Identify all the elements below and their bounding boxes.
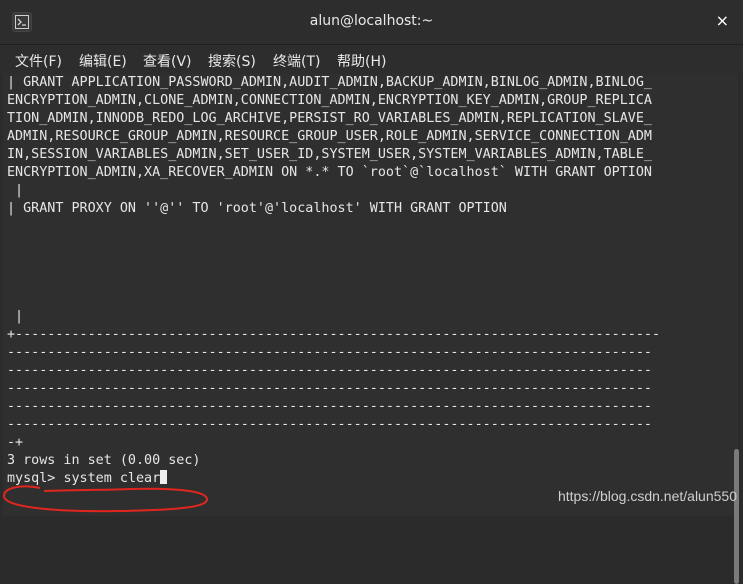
close-icon[interactable]: × — [716, 11, 729, 30]
window-title: alun@localhost:~ — [309, 13, 434, 29]
title-bar: alun@localhost:~ × — [0, 0, 743, 45]
terminal-text: | GRANT APPLICATION_PASSWORD_ADMIN,AUDIT… — [7, 74, 660, 488]
terminal-line: ----------------------------------------… — [7, 345, 652, 360]
menu-search[interactable]: 搜索(S) — [208, 51, 256, 71]
terminal-line: TION_ADMIN,INNODB_REDO_LOG_ARCHIVE,PERSI… — [7, 111, 652, 126]
watermark: https://blog.csdn.net/alun550 — [557, 488, 737, 504]
terminal-line: ----------------------------------------… — [7, 381, 652, 396]
terminal-line: ----------------------------------------… — [7, 417, 652, 432]
menu-bar: 文件(F) 编辑(E) 查看(V) 搜索(S) 终端(T) 帮助(H) — [0, 45, 743, 75]
terminal-line: ADMIN,RESOURCE_GROUP_ADMIN,RESOURCE_GROU… — [7, 129, 652, 144]
menu-view[interactable]: 查看(V) — [143, 51, 192, 71]
menu-help[interactable]: 帮助(H) — [337, 51, 386, 71]
terminal-line: | — [15, 309, 24, 324]
menu-file[interactable]: 文件(F) — [15, 51, 62, 71]
menu-terminal[interactable]: 终端(T) — [273, 51, 320, 71]
terminal-line: | — [15, 183, 24, 198]
terminal-line: +---------------------------------------… — [7, 327, 661, 342]
terminal-line: | GRANT APPLICATION_PASSWORD_ADMIN,AUDIT… — [7, 75, 652, 90]
terminal-output[interactable]: | GRANT APPLICATION_PASSWORD_ADMIN,AUDIT… — [3, 74, 739, 584]
terminal-line: ----------------------------------------… — [7, 399, 652, 414]
terminal-line: IN,SESSION_VARIABLES_ADMIN,SET_USER_ID,S… — [7, 147, 652, 162]
terminal-line: ----------------------------------------… — [7, 363, 652, 378]
menu-edit[interactable]: 编辑(E) — [79, 51, 127, 71]
terminal-line: -+ — [7, 435, 24, 450]
terminal-line: 3 rows in set (0.00 sec) — [7, 453, 201, 468]
terminal-line: ENCRYPTION_ADMIN,XA_RECOVER_ADMIN ON *.*… — [7, 165, 652, 180]
red-annotation-ellipse — [2, 485, 208, 513]
terminal-line: | GRANT PROXY ON ''@'' TO 'root'@'localh… — [7, 201, 507, 216]
terminal-line: ENCRYPTION_ADMIN,CLONE_ADMIN,CONNECTION_… — [7, 93, 652, 108]
scrollbar[interactable] — [734, 449, 739, 584]
